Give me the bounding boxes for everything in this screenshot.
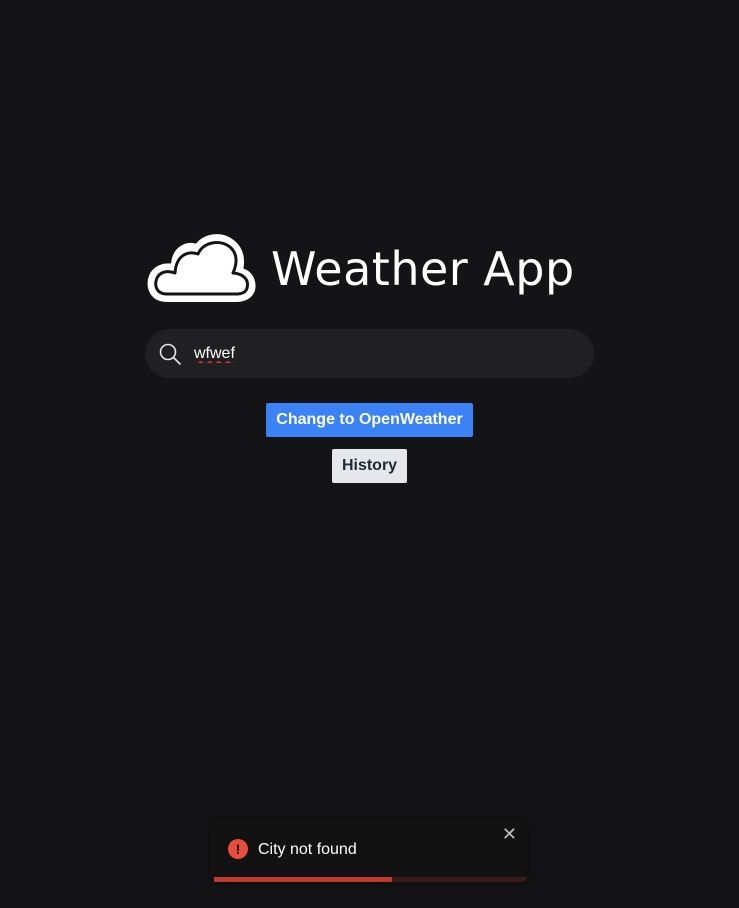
brand-header: Weather App bbox=[145, 230, 575, 306]
error-icon: ! bbox=[228, 839, 248, 859]
app-title: Weather App bbox=[271, 242, 575, 296]
search-bar[interactable] bbox=[145, 329, 594, 378]
toast-progress-bar bbox=[214, 877, 393, 882]
toast-progress-track bbox=[214, 877, 527, 882]
history-button[interactable]: History bbox=[332, 449, 407, 483]
error-toast: ! City not found ✕ bbox=[210, 817, 527, 882]
weather-app-page: Weather App Change to OpenWeather Histor… bbox=[0, 0, 739, 908]
search-icon bbox=[159, 343, 181, 365]
cloud-icon bbox=[147, 234, 256, 302]
close-icon[interactable]: ✕ bbox=[502, 825, 517, 843]
city-search-input[interactable] bbox=[192, 343, 556, 364]
toast-message: City not found bbox=[258, 841, 357, 858]
change-provider-button[interactable]: Change to OpenWeather bbox=[266, 403, 473, 437]
